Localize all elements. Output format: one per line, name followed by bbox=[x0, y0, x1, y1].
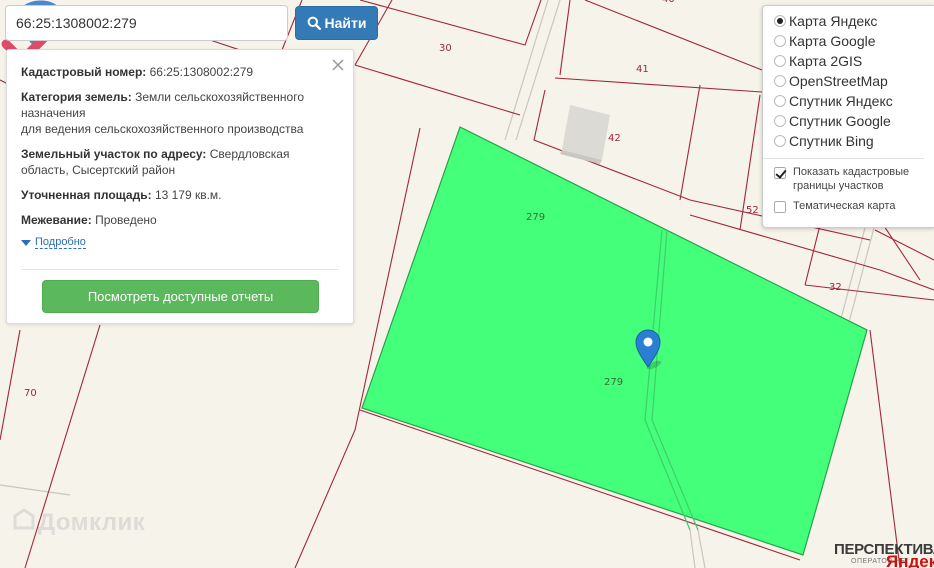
radio-selected[interactable] bbox=[774, 15, 786, 27]
cadastral-number-row: Кадастровый номер: 66:25:1308002:279 bbox=[21, 64, 339, 80]
address-row: Земельный участок по адресу: Свердловска… bbox=[21, 146, 339, 178]
thematic-map-label: Тематическая карта bbox=[793, 200, 896, 212]
map-layer-panel: Карта Яндекс Карта Google Карта 2GIS Ope… bbox=[762, 5, 934, 228]
parcel-label: 41 bbox=[636, 64, 649, 75]
layer-option-osm[interactable]: OpenStreetMap bbox=[774, 71, 934, 91]
parcel-label: 30 bbox=[439, 43, 452, 54]
area-value: 13 179 кв.м. bbox=[154, 188, 222, 202]
details-toggle[interactable]: Подробно bbox=[21, 236, 339, 249]
survey-label: Межевание: bbox=[21, 213, 92, 227]
show-cadastral-boundaries-option[interactable]: Показать кадастровые границы участков bbox=[774, 165, 934, 193]
radio[interactable] bbox=[774, 135, 786, 147]
area-label: Уточненная площадь: bbox=[21, 188, 152, 202]
layer-panel-divider bbox=[763, 158, 924, 159]
cadastral-number-label: Кадастровый номер: bbox=[21, 65, 147, 79]
layer-option-yandex-satellite[interactable]: Спутник Яндекс bbox=[774, 91, 934, 111]
layer-option-label: OpenStreetMap bbox=[789, 73, 888, 89]
cadastral-search-input[interactable] bbox=[5, 5, 288, 41]
yandex-watermark: Яндекс bbox=[886, 552, 934, 568]
parcel-label: 279 bbox=[604, 377, 624, 388]
parcel-label: 40 bbox=[662, 0, 675, 5]
domclick-logo-icon bbox=[13, 508, 35, 530]
parcel-label: 32 bbox=[829, 282, 842, 293]
layer-option-bing-satellite[interactable]: Спутник Bing bbox=[774, 131, 934, 151]
area-row: Уточненная площадь: 13 179 кв.м. bbox=[21, 187, 339, 203]
survey-row: Межевание: Проведено bbox=[21, 212, 339, 228]
layer-option-label: Спутник Bing bbox=[789, 133, 874, 149]
layer-option-label: Карта Яндекс bbox=[789, 13, 878, 29]
radio[interactable] bbox=[774, 115, 786, 127]
domclick-watermark: Домклик bbox=[38, 509, 146, 536]
land-category-label: Категория земель: bbox=[21, 90, 132, 104]
thematic-map-option[interactable]: Тематическая карта bbox=[774, 199, 934, 213]
show-cadastral-label: Показать кадастровые границы участков bbox=[793, 166, 910, 192]
layer-option-label: Карта Google bbox=[789, 33, 876, 49]
caret-down-icon bbox=[21, 239, 31, 246]
layer-option-google-map[interactable]: Карта Google bbox=[774, 31, 934, 51]
layer-option-label: Карта 2GIS bbox=[789, 53, 863, 69]
search-button[interactable]: Найти bbox=[295, 6, 378, 40]
search-button-label: Найти bbox=[324, 15, 367, 31]
card-divider bbox=[21, 269, 339, 270]
view-reports-button[interactable]: Посмотреть доступные отчеты bbox=[42, 280, 319, 313]
layer-option-label: Спутник Яндекс bbox=[789, 93, 893, 109]
layer-option-2gis-map[interactable]: Карта 2GIS bbox=[774, 51, 934, 71]
address-label: Земельный участок по адресу: bbox=[21, 147, 207, 161]
parcel-label: 279 bbox=[526, 212, 546, 223]
parcel-label: 52 bbox=[746, 205, 759, 216]
parcel-label: 42 bbox=[608, 133, 621, 144]
close-icon[interactable] bbox=[331, 58, 345, 72]
parcel-label: 70 bbox=[24, 388, 37, 399]
land-category-row: Категория земель: Земли сельскохозяйстве… bbox=[21, 89, 339, 137]
radio[interactable] bbox=[774, 95, 786, 107]
layer-option-label: Спутник Google bbox=[789, 113, 891, 129]
search-icon bbox=[307, 16, 321, 30]
land-usage-value: для ведения сельскохозяйственного произв… bbox=[21, 122, 304, 136]
parcel-info-card: Кадастровый номер: 66:25:1308002:279 Кат… bbox=[6, 49, 354, 324]
radio[interactable] bbox=[774, 35, 786, 47]
layer-option-yandex-map[interactable]: Карта Яндекс bbox=[774, 11, 934, 31]
radio[interactable] bbox=[774, 55, 786, 67]
layer-option-google-satellite[interactable]: Спутник Google bbox=[774, 111, 934, 131]
radio[interactable] bbox=[774, 75, 786, 87]
survey-value: Проведено bbox=[95, 213, 157, 227]
cadastral-number-value: 66:25:1308002:279 bbox=[149, 65, 254, 79]
details-link[interactable]: Подробно bbox=[35, 236, 86, 249]
building bbox=[560, 105, 610, 164]
checkbox[interactable] bbox=[774, 201, 786, 213]
checkbox-checked[interactable] bbox=[774, 167, 786, 179]
